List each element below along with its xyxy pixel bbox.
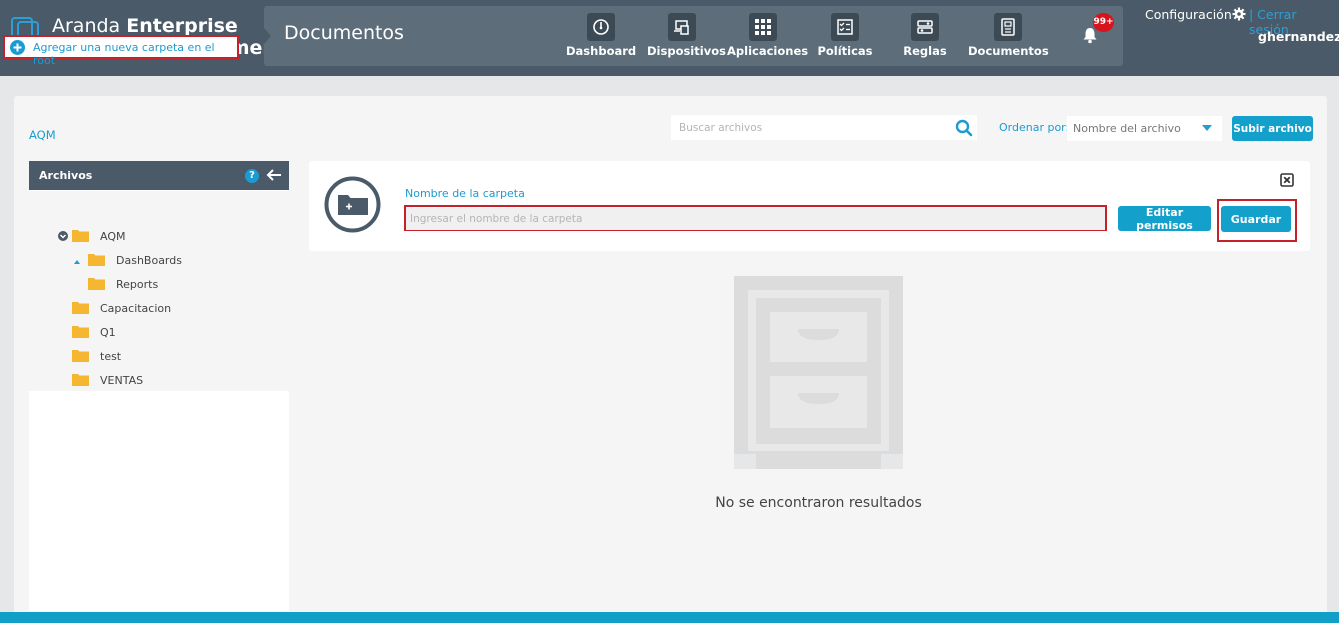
nav-reglas-label: Reglas (903, 44, 947, 58)
notification-badge: 99+ (1093, 13, 1114, 32)
add-root-folder-label: Agregar una nueva carpeta en el root (33, 41, 215, 67)
tree-item-dashboards[interactable]: DashBoards (72, 251, 272, 271)
order-select[interactable]: Nombre del archivo (1067, 116, 1222, 141)
empty-state-message: No se encontraron resultados (715, 495, 922, 511)
sidebar-title: Archivos (39, 169, 93, 182)
tree-item-label: Q1 (100, 326, 116, 339)
tree-item-capacitacion[interactable]: Capacitacion (56, 299, 256, 319)
sidebar-header: Archivos ? (29, 161, 289, 190)
devices-icon (674, 20, 689, 35)
folder-icon (72, 302, 89, 314)
folder-name-input[interactable] (406, 208, 1105, 230)
nav-politicas[interactable]: Políticas (810, 6, 880, 66)
folder-icon (72, 230, 89, 242)
tree-item-label: DashBoards (116, 254, 182, 267)
folder-icon (72, 350, 89, 362)
folder-icon (72, 326, 89, 338)
username: ghernandez (1258, 29, 1339, 44)
nav-reglas[interactable]: Reglas (890, 6, 960, 66)
save-button[interactable]: Guardar (1221, 206, 1291, 232)
tree-item-q1[interactable]: Q1 (56, 323, 256, 343)
tree-item-aqm[interactable]: AQM (56, 227, 256, 247)
apps-grid-icon (755, 19, 771, 35)
upload-file-button[interactable]: Subir archivo (1232, 116, 1313, 141)
footer-bar (0, 612, 1339, 623)
nav-documentos[interactable]: Documentos (968, 6, 1049, 66)
tree-item-label: Capacitacion (100, 302, 172, 315)
chevron-down-circle-icon[interactable] (58, 231, 68, 241)
search-input[interactable] (671, 115, 977, 140)
caret-down-icon (1202, 125, 1212, 131)
tree-item-ventas[interactable]: VENTAS (56, 371, 256, 391)
nav-aplicaciones-label: Aplicaciones (727, 44, 809, 58)
rules-icon (917, 20, 933, 34)
nav-documentos-label: Documentos (968, 44, 1049, 58)
tree-item-label: Reports (116, 278, 159, 291)
nav-dispositivos[interactable]: Dispositivos (647, 6, 726, 66)
nav-dispositivos-label: Dispositivos (647, 44, 726, 58)
nav-dashboard[interactable]: Dashboard (566, 6, 636, 66)
title-arrow (264, 28, 271, 44)
add-folder-icon (324, 176, 381, 233)
search-icon[interactable] (955, 119, 973, 137)
arrow-left-icon[interactable] (265, 167, 283, 183)
page-title: Documentos (284, 22, 404, 44)
checklist-icon (837, 19, 853, 35)
file-cabinet-icon (734, 276, 903, 469)
brand-bold-1: Enterprise (126, 15, 238, 37)
nav-politicas-label: Políticas (817, 44, 873, 58)
nav-aplicaciones[interactable]: Aplicaciones (727, 6, 809, 66)
tree-item-reports[interactable]: Reports (72, 275, 272, 295)
order-label: Ordenar por: (999, 121, 1070, 134)
search-box (671, 115, 977, 140)
edit-permissions-button[interactable]: Editar permisos (1118, 206, 1211, 232)
tree-item-label: VENTAS (100, 374, 144, 387)
tree-item-test[interactable]: test (56, 347, 256, 367)
gear-icon[interactable] (1232, 7, 1246, 21)
nav-dashboard-label: Dashboard (566, 44, 637, 58)
folder-name-field (404, 205, 1107, 231)
caret-up-icon[interactable] (72, 257, 82, 267)
config-link[interactable]: Configuración (1145, 7, 1232, 22)
order-select-value: Nombre del archivo (1073, 122, 1181, 135)
gauge-icon (593, 19, 609, 35)
folder-icon (88, 254, 105, 266)
tree-item-label: test (100, 350, 122, 363)
folder-icon (72, 374, 89, 386)
tree-item-label: AQM (100, 230, 126, 243)
help-icon[interactable]: ? (245, 169, 259, 183)
plus-circle-icon (10, 40, 25, 55)
close-icon[interactable] (1280, 173, 1294, 187)
brand-light: Aranda (52, 15, 121, 37)
document-icon (1001, 18, 1015, 36)
folder-icon (88, 278, 105, 290)
add-root-folder-button[interactable]: Agregar una nueva carpeta en el root (3, 35, 239, 67)
breadcrumb[interactable]: AQM (29, 128, 56, 142)
folder-name-label: Nombre de la carpeta (405, 187, 525, 200)
